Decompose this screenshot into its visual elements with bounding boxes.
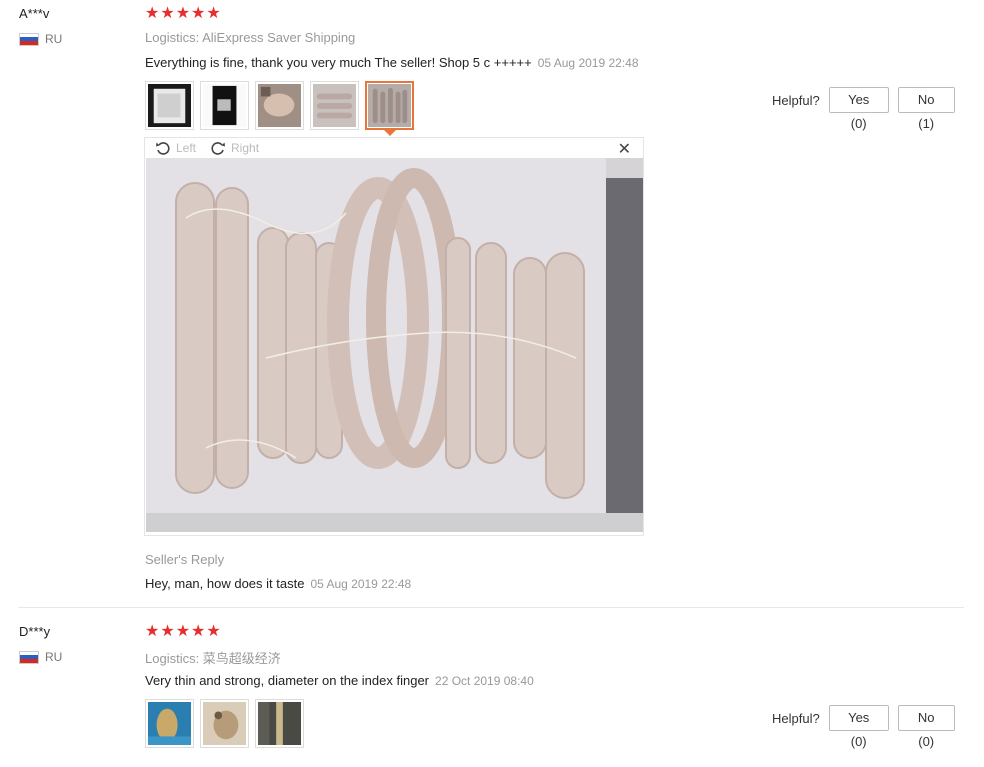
star-icon: ★ [206, 5, 221, 22]
photo-dark-package [203, 84, 246, 127]
star-icon: ★ [175, 623, 191, 640]
photo-viewer: Left Right ✕ [144, 137, 644, 536]
seller-reply: Hey, man, how does it taste 05 Aug 2019 2… [145, 576, 411, 591]
seller-reply-label: Seller's Reply [145, 552, 225, 567]
country-code: RU [45, 32, 63, 46]
review-photo-thumbnail[interactable] [145, 81, 194, 130]
review-date: 22 Oct 2019 08:40 [435, 674, 534, 688]
photo-sausages [313, 84, 356, 127]
helpful-label: Helpful? [772, 92, 820, 108]
star-icon: ★ [145, 5, 160, 22]
helpful-vote: Helpful? Yes (0) No (1) [772, 87, 955, 131]
rotate-left-label: Left [176, 141, 197, 155]
helpful-label: Helpful? [772, 710, 820, 726]
photo-sausages-tray [368, 84, 411, 127]
helpful-yes-button[interactable]: Yes (0) [828, 87, 889, 131]
review-thumbnails [145, 81, 414, 136]
photo-white-package [148, 84, 191, 127]
review-photo-thumbnail[interactable] [200, 81, 249, 130]
star-rating: ★ ★ ★ ★ ★ [145, 624, 221, 640]
review-photo-thumbnail[interactable] [255, 699, 304, 748]
russia-flag-icon [19, 32, 39, 46]
review-body: Everything is fine, thank you very much … [145, 55, 532, 70]
review-body: Very thin and strong, diameter on the in… [145, 673, 430, 688]
logistics-info: Logistics: AliExpress Saver Shipping [145, 30, 356, 45]
photo-viewer-toolbar: Left Right ✕ [145, 138, 643, 158]
seller-reply-text: Hey, man, how does it taste [145, 576, 305, 591]
buyer-name: D***y [19, 624, 51, 639]
logistics-info: Logistics: 菜鸟超级经济 [145, 651, 281, 666]
helpful-vote: Helpful? Yes (0) No (0) [772, 705, 955, 749]
star-icon: ★ [145, 623, 160, 640]
photo-hand-blue [148, 702, 191, 745]
buyer-country: RU [19, 32, 62, 46]
rotate-left-icon [156, 142, 170, 155]
review-text: Everything is fine, thank you very much … [145, 55, 639, 70]
country-code: RU [45, 650, 63, 664]
close-icon[interactable]: ✕ [618, 139, 631, 159]
review-photo-thumbnail[interactable] [200, 699, 249, 748]
rotate-left-button[interactable]: Left [155, 140, 196, 156]
review-photo-thumbnail-selected[interactable] [365, 81, 414, 136]
review-photo-thumbnail[interactable] [145, 699, 194, 748]
rotate-right-icon [211, 142, 226, 155]
review-date: 05 Aug 2019 22:48 [537, 56, 639, 70]
review-thumbnails [145, 699, 304, 748]
helpful-no-button[interactable]: No (1) [897, 87, 955, 131]
helpful-yes-button[interactable]: Yes (0) [828, 705, 889, 749]
star-icon: ★ [160, 623, 175, 640]
review-photo-thumbnail[interactable] [255, 81, 304, 130]
star-icon: ★ [175, 5, 191, 22]
helpful-no-button[interactable]: No (0) [897, 705, 955, 749]
review-photo-thumbnail[interactable] [310, 81, 359, 130]
buyer-country: RU [19, 650, 62, 664]
enlarged-review-photo [146, 158, 643, 532]
photo-hand-beige [203, 702, 246, 745]
buyer-name: A***v [19, 6, 50, 21]
review-text: Very thin and strong, diameter on the in… [145, 673, 534, 688]
star-icon: ★ [206, 623, 221, 640]
photo-meat-tray [258, 84, 301, 127]
rotate-right-label: Right [231, 141, 260, 155]
review-item: A***v RU ★ ★ ★ ★ ★ Logistics: AliExpress… [0, 0, 984, 608]
russia-flag-icon [19, 650, 39, 664]
star-rating: ★ ★ ★ ★ ★ [145, 6, 221, 22]
rotate-right-button[interactable]: Right [210, 140, 259, 156]
photo-dark-casing [258, 702, 301, 745]
seller-reply-date: 05 Aug 2019 22:48 [310, 577, 412, 591]
star-icon: ★ [191, 623, 206, 640]
review-item: D***y RU ★ ★ ★ ★ ★ Logistics: 菜鸟超级经济 Ver… [0, 608, 984, 767]
star-icon: ★ [191, 5, 206, 22]
star-icon: ★ [160, 5, 175, 22]
